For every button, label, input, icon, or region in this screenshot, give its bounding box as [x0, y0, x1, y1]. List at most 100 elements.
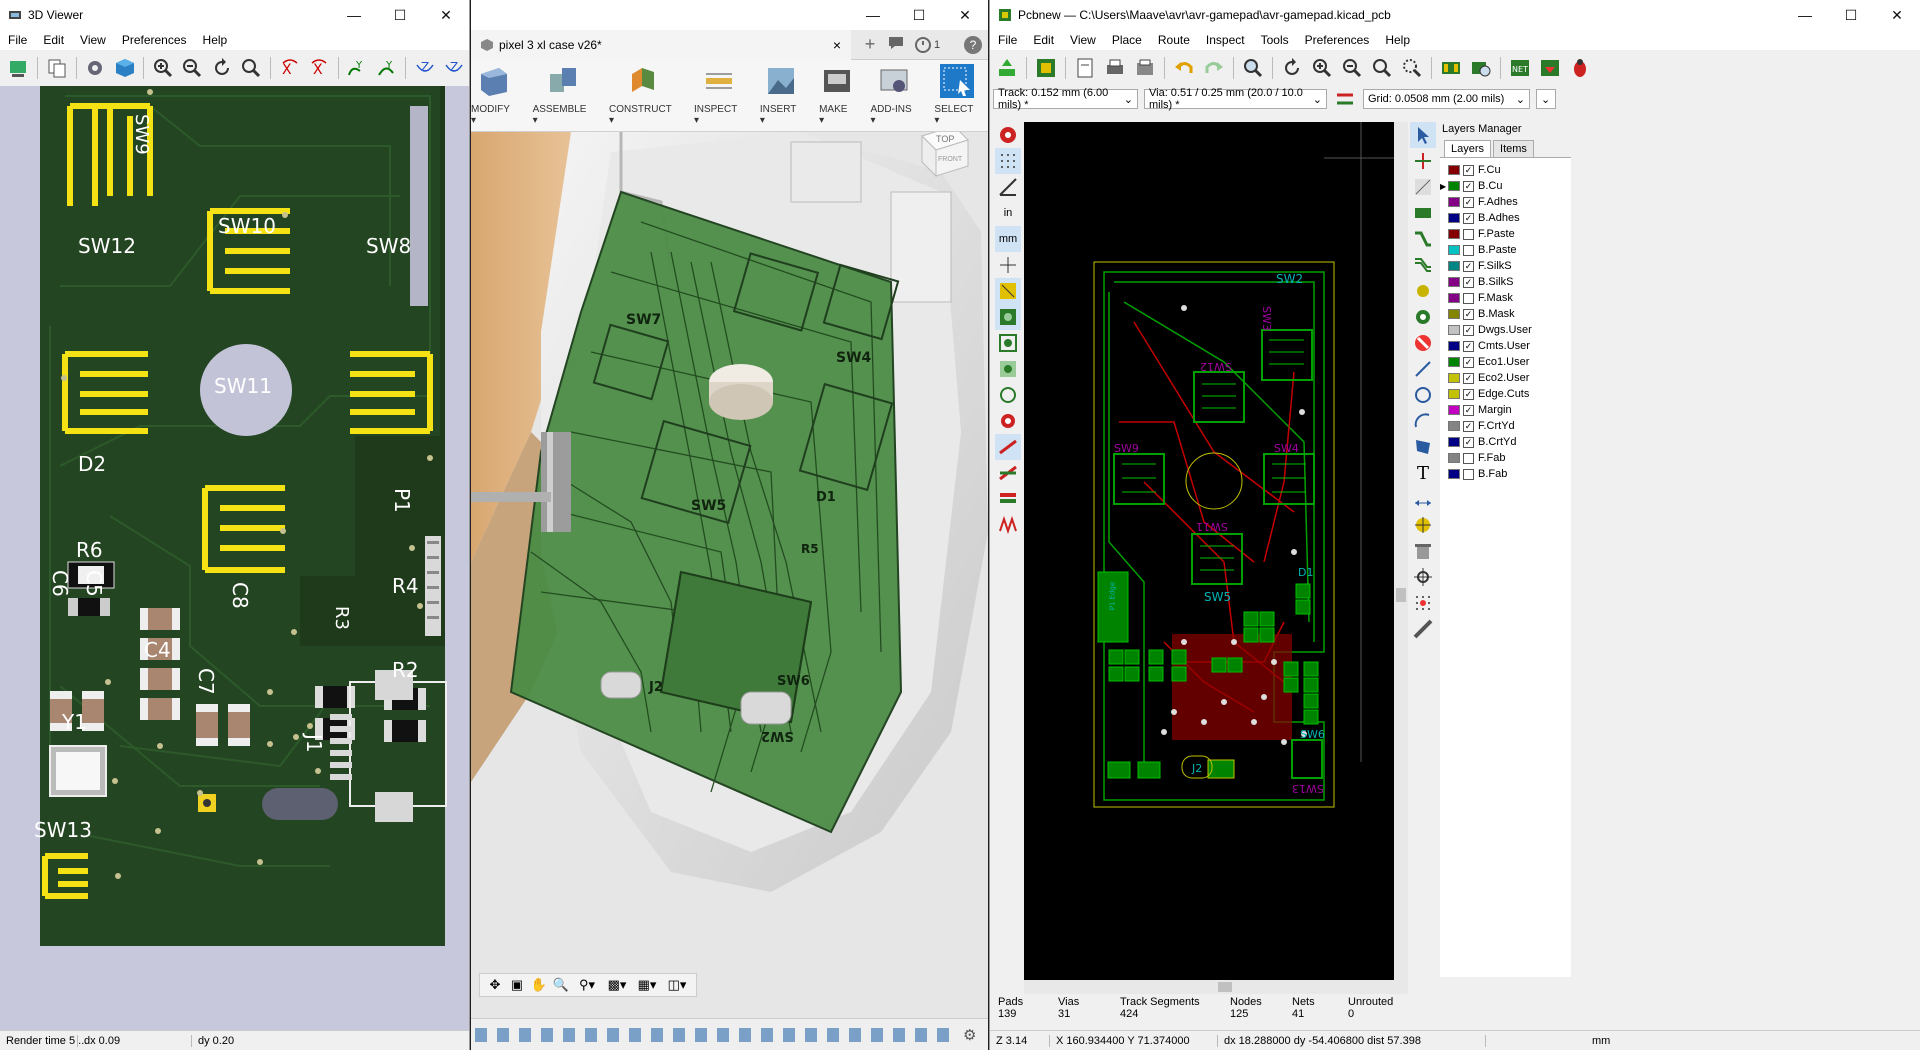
zoom-in-icon[interactable]: [150, 55, 175, 81]
layer-color-swatch[interactable]: [1448, 309, 1460, 319]
minimize-icon[interactable]: —: [331, 0, 377, 30]
page-settings-icon[interactable]: [1072, 55, 1098, 81]
maximize-icon[interactable]: ☐: [377, 0, 423, 30]
raytrace-cube-icon[interactable]: [112, 55, 137, 81]
menu-view[interactable]: View: [1062, 33, 1104, 47]
update-pcb-icon[interactable]: [1537, 55, 1563, 81]
menu-help[interactable]: Help: [1377, 33, 1418, 47]
layer-visibility-checkbox[interactable]: [1463, 228, 1474, 240]
layer-color-swatch[interactable]: [1448, 405, 1460, 415]
layer-row[interactable]: ✓ B.Mask: [1448, 306, 1571, 322]
netlist-icon[interactable]: NET: [1507, 55, 1533, 81]
layer-color-swatch[interactable]: [1448, 469, 1460, 479]
layer-row[interactable]: ✓ F.Cu: [1448, 162, 1571, 178]
layer-row[interactable]: F.Mask: [1448, 290, 1571, 306]
board-setup-icon[interactable]: [1033, 55, 1059, 81]
print-icon[interactable]: [1102, 55, 1128, 81]
zoom-in-icon[interactable]: [1309, 55, 1335, 81]
footprint-browser-icon[interactable]: [1468, 55, 1494, 81]
timeline-settings-icon[interactable]: ⚙: [963, 1026, 976, 1044]
layer-visibility-checkbox[interactable]: ✓: [1463, 260, 1474, 272]
rotate-z-cw-icon[interactable]: Z: [412, 55, 437, 81]
zoom-out-icon[interactable]: [180, 55, 205, 81]
grid-origin-icon[interactable]: [1410, 590, 1436, 616]
rotate-x-ccw-icon[interactable]: X: [306, 55, 331, 81]
tune-length-icon[interactable]: [1410, 278, 1436, 304]
route-track-icon[interactable]: [1410, 226, 1436, 252]
track-width-select[interactable]: Track: 0.152 mm (6.00 mils) * ⌄: [993, 87, 1138, 111]
layers-toggle-icon[interactable]: [995, 486, 1021, 512]
grid-select[interactable]: Grid: 0.0508 mm (2.00 mils) ⌄: [1363, 89, 1530, 109]
close-tab-icon[interactable]: ×: [833, 37, 841, 53]
pad-sketch-icon[interactable]: [995, 382, 1021, 408]
layer-row[interactable]: F.Paste: [1448, 226, 1571, 242]
construct-group[interactable]: CONSTRUCT ▾: [601, 60, 686, 126]
zone-outline-icon[interactable]: [995, 330, 1021, 356]
zoom-selection-icon[interactable]: [1399, 55, 1425, 81]
measure-icon[interactable]: [1410, 616, 1436, 642]
zoom-select[interactable]: ⌄: [1536, 89, 1556, 109]
addins-group[interactable]: ADD-INS ▾: [863, 60, 927, 126]
redraw-icon[interactable]: [209, 55, 234, 81]
layer-row[interactable]: ✓ Edge.Cuts: [1448, 386, 1571, 402]
layer-row[interactable]: ✓ Eco2.User: [1448, 370, 1571, 386]
tab-items[interactable]: Items: [1493, 140, 1534, 157]
layer-visibility-checkbox[interactable]: ✓: [1463, 372, 1474, 384]
fit-icon[interactable]: ⚲▾: [572, 977, 602, 993]
orbit-icon[interactable]: ✥: [484, 977, 506, 993]
rotate-z-ccw-icon[interactable]: Z: [442, 55, 467, 81]
via-size-select[interactable]: Via: 0.51 / 0.25 mm (20.0 / 10.0 mils) *…: [1144, 87, 1327, 111]
layer-visibility-checkbox[interactable]: ✓: [1463, 196, 1474, 208]
copy-icon[interactable]: [44, 55, 69, 81]
layer-visibility-checkbox[interactable]: ✓: [1463, 404, 1474, 416]
select-arrow-icon[interactable]: [1410, 122, 1436, 148]
insert-group[interactable]: INSERT ▾: [752, 60, 811, 126]
layer-color-swatch[interactable]: [1448, 357, 1460, 367]
menu-preferences[interactable]: Preferences: [1297, 33, 1378, 47]
layer-visibility-checkbox[interactable]: ✓: [1463, 324, 1474, 336]
new-tab-icon[interactable]: +: [857, 34, 883, 55]
layer-visibility-checkbox[interactable]: [1463, 452, 1474, 464]
look-at-icon[interactable]: ▣: [506, 977, 528, 993]
menu-file[interactable]: File: [0, 33, 35, 47]
minimize-icon[interactable]: —: [1782, 0, 1828, 30]
track-sketch-icon[interactable]: [995, 434, 1021, 460]
make-group[interactable]: MAKE ▾: [811, 60, 862, 126]
layer-visibility-checkbox[interactable]: ✓: [1463, 388, 1474, 400]
close-icon[interactable]: ✕: [1874, 0, 1920, 30]
layer-visibility-checkbox[interactable]: ✓: [1463, 276, 1474, 288]
zone-hatch-icon[interactable]: [995, 356, 1021, 382]
menu-help[interactable]: Help: [195, 33, 236, 47]
layer-visibility-checkbox[interactable]: [1463, 292, 1474, 304]
layer-row[interactable]: ✓ Cmts.User: [1448, 338, 1571, 354]
zone-fill-icon[interactable]: [995, 304, 1021, 330]
layer-visibility-checkbox[interactable]: ✓: [1463, 212, 1474, 224]
comment-icon[interactable]: [883, 36, 909, 53]
menu-tools[interactable]: Tools: [1253, 33, 1297, 47]
microwave-icon[interactable]: [995, 512, 1021, 538]
drc-markers-icon[interactable]: [995, 122, 1021, 148]
layer-color-swatch[interactable]: [1448, 341, 1460, 351]
scroll-thumb[interactable]: [1218, 982, 1232, 992]
menu-edit[interactable]: Edit: [35, 33, 72, 47]
highlight-net-icon[interactable]: [1410, 148, 1436, 174]
document-tab[interactable]: pixel 3 xl case v26* ×: [471, 29, 851, 60]
zoom-fit-icon[interactable]: [1369, 55, 1395, 81]
fusion-canvas[interactable]: SW7 SW4 SW5 D1 R5 J2 SW6 SW2 TOP FRONT: [471, 132, 988, 1018]
display-settings-icon[interactable]: ▩▾: [602, 977, 632, 993]
layer-row[interactable]: ✓ F.SilkS: [1448, 258, 1571, 274]
layer-row[interactable]: B.Fab: [1448, 466, 1571, 482]
layer-row[interactable]: F.Fab: [1448, 450, 1571, 466]
grid-icon[interactable]: ▦▾: [632, 977, 662, 993]
settings-gear-icon[interactable]: [83, 55, 108, 81]
pan-hand-icon[interactable]: ✋: [528, 977, 550, 993]
layer-visibility-checkbox[interactable]: ✓: [1463, 340, 1474, 352]
layer-row[interactable]: ✓ F.CrtYd: [1448, 418, 1571, 434]
layer-color-swatch[interactable]: [1448, 437, 1460, 447]
layer-color-swatch[interactable]: [1448, 197, 1460, 207]
export-image-icon[interactable]: [6, 55, 31, 81]
layer-color-swatch[interactable]: [1448, 261, 1460, 271]
add-via-icon[interactable]: [1410, 304, 1436, 330]
layer-color-swatch[interactable]: [1448, 229, 1460, 239]
layer-visibility-checkbox[interactable]: ✓: [1463, 436, 1474, 448]
